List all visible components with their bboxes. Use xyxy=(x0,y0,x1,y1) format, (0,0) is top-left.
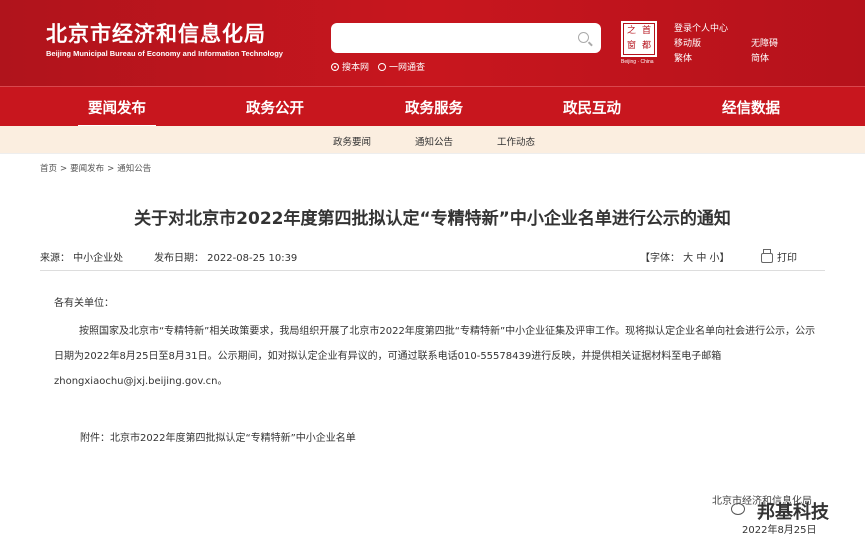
breadcrumb-home[interactable]: 首页 xyxy=(40,164,57,174)
search-scope-site[interactable]: 搜本网 xyxy=(331,60,369,73)
site-logo-subtitle: Beijing Municipal Bureau of Economy and … xyxy=(46,49,283,58)
breadcrumb-notices[interactable]: 通知公告 xyxy=(117,164,151,174)
print-label: 打印 xyxy=(777,253,797,264)
search-scope-site-label: 搜本网 xyxy=(342,63,370,73)
login-link[interactable]: 登录个人中心 xyxy=(674,21,728,34)
sub-nav: 政务要闻 通知公告 工作动态 xyxy=(0,126,865,154)
article-title: 关于对北京市2022年度第四批拟认定“专精特新”中小企业名单进行公示的通知 xyxy=(134,209,731,229)
nav-item-interaction[interactable]: 政民互动 xyxy=(563,97,621,118)
breadcrumb-separator: > xyxy=(107,164,115,174)
seal-char: 都 xyxy=(641,41,651,51)
subnav-item-notices[interactable]: 通知公告 xyxy=(415,134,453,148)
seal-caption: Beijing · China xyxy=(621,59,654,65)
simplified-link[interactable]: 简体 xyxy=(751,51,769,64)
meta-divider xyxy=(40,270,825,271)
article-date: 发布日期： 2022-08-25 10:39 xyxy=(154,253,298,264)
article-attachment[interactable]: 附件：北京市2022年度第四批拟认定“专精特新”中小企业名单 xyxy=(80,428,855,449)
site-logo-title[interactable]: 北京市经济和信息化局 xyxy=(46,18,266,48)
nav-item-data[interactable]: 经信数据 xyxy=(722,97,780,118)
seal-char: 首 xyxy=(641,26,651,36)
breadcrumb-separator: > xyxy=(60,164,68,174)
wechat-icon xyxy=(731,503,745,515)
seal-char: 之 xyxy=(626,26,636,36)
print-button[interactable]: 打印 xyxy=(761,249,797,264)
capital-window-logo[interactable]: 之 首 窗 都 xyxy=(621,21,657,57)
search-scope-all[interactable]: 一网通查 xyxy=(378,60,425,73)
seal-char: 窗 xyxy=(626,41,636,51)
article-salutation: 各有关单位： xyxy=(54,298,114,309)
article-sign-date: 2022年8月25日 xyxy=(742,525,817,536)
article-paragraph: 按照国家及北京市“专精特新”相关政策要求，我局组织开展了北京市2022年度第四批… xyxy=(54,326,816,387)
printer-icon xyxy=(761,249,773,263)
accessible-link[interactable]: 无障碍 xyxy=(751,36,778,49)
nav-item-gov-affairs[interactable]: 政务公开 xyxy=(246,97,304,118)
traditional-link[interactable]: 繁体 xyxy=(674,51,692,64)
breadcrumb: 首页 > 要闻发布 > 通知公告 xyxy=(40,162,151,174)
radio-unselected-icon[interactable] xyxy=(378,62,386,71)
search-scope-all-label: 一网通查 xyxy=(389,63,426,73)
subnav-item-work[interactable]: 工作动态 xyxy=(497,134,535,148)
search-input[interactable] xyxy=(331,23,601,53)
site-header: 北京市经济和信息化局 Beijing Municipal Bureau of E… xyxy=(0,0,865,86)
nav-item-news[interactable]: 要闻发布 xyxy=(78,97,156,128)
subnav-item-news[interactable]: 政务要闻 xyxy=(333,134,371,148)
mobile-link[interactable]: 移动版 xyxy=(674,36,701,49)
radio-selected-icon[interactable] xyxy=(331,62,339,71)
search-icon[interactable] xyxy=(578,32,589,43)
font-size-switcher[interactable]: 【字体： 大 中 小】 xyxy=(640,249,730,264)
article-source: 来源： 中小企业处 xyxy=(40,253,124,264)
breadcrumb-news[interactable]: 要闻发布 xyxy=(70,164,104,174)
main-nav: 要闻发布 政务公开 政务服务 政民互动 经信数据 xyxy=(0,86,865,128)
nav-item-gov-services[interactable]: 政务服务 xyxy=(405,97,463,118)
